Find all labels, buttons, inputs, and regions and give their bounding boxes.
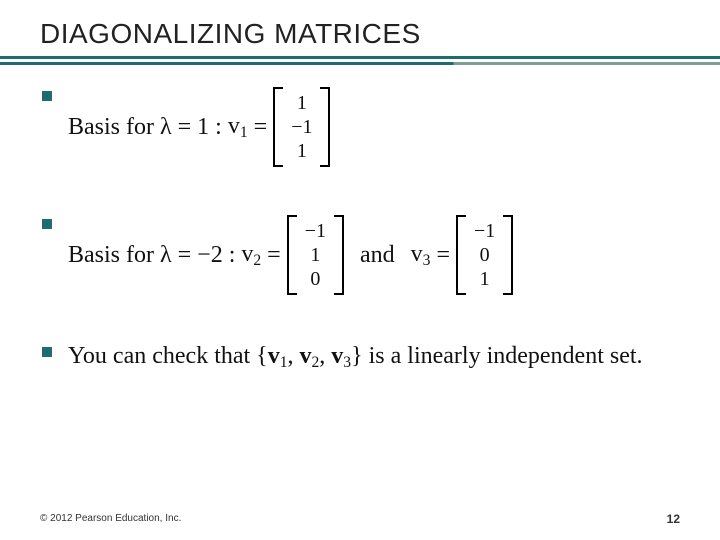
- b2-lead: Basis for: [68, 242, 154, 269]
- title-rule-1: [0, 56, 720, 59]
- b1-vec-2: 1: [297, 139, 307, 163]
- b3-c1: ,: [288, 343, 300, 369]
- b2-v3sub: 3: [423, 251, 431, 268]
- bullet-icon: [42, 347, 52, 357]
- b3-pre: You can check that {: [68, 343, 268, 369]
- copyright-footer: © 2012 Pearson Education, Inc.: [40, 513, 181, 524]
- b2-lambda: λ = −2 :: [160, 242, 235, 269]
- bullet-2: Basis for λ = −2 : v2 = −1 1 0 and: [40, 215, 680, 295]
- b2-and: and: [360, 242, 395, 269]
- b2-vecA-0: −1: [305, 219, 326, 243]
- bullet-3: You can check that {v1, v2, v3} is a lin…: [40, 343, 680, 372]
- b1-vec-1: −1: [291, 115, 312, 139]
- b3-v2: v: [300, 343, 312, 369]
- b2-vector-b: −1 0 1: [456, 215, 513, 295]
- b2-v2: v: [241, 241, 253, 267]
- b1-lead: Basis for: [68, 114, 154, 141]
- bullet-icon: [42, 219, 52, 229]
- b3-s1: 1: [280, 354, 288, 371]
- b2-v2sub: 2: [253, 251, 261, 268]
- b3-v3: v: [331, 343, 343, 369]
- b3-v1: v: [268, 343, 280, 369]
- b3-s3: 3: [343, 354, 351, 371]
- b2-eq1: =: [267, 242, 281, 269]
- b1-vec-0: 1: [297, 91, 307, 115]
- b1-vector: 1 −1 1: [273, 87, 330, 167]
- b3-post: } is a linearly independent set.: [351, 343, 642, 369]
- slide-title: DIAGONALIZING MATRICES: [40, 18, 680, 50]
- bullet-icon: [42, 91, 52, 101]
- b1-v: v: [228, 113, 240, 139]
- b2-vecB-0: −1: [474, 219, 495, 243]
- b3-c2: ,: [319, 343, 331, 369]
- b2-vecA-1: 1: [310, 243, 320, 267]
- b2-vector-a: −1 1 0: [287, 215, 344, 295]
- b2-vecA-2: 0: [310, 267, 320, 291]
- page-number: 12: [667, 512, 680, 526]
- b1-vsub: 1: [240, 123, 248, 140]
- b1-lambda: λ = 1 :: [160, 114, 222, 141]
- b2-vecB-2: 1: [480, 267, 490, 291]
- b2-v3: v: [411, 241, 423, 267]
- b1-eq: =: [254, 114, 268, 141]
- b2-eq2: =: [436, 242, 450, 269]
- bullet-list: Basis for λ = 1 : v1 = 1 −1 1: [40, 87, 680, 372]
- b2-vecB-1: 0: [480, 243, 490, 267]
- title-rule-2: [0, 62, 720, 65]
- bullet-1: Basis for λ = 1 : v1 = 1 −1 1: [40, 87, 680, 167]
